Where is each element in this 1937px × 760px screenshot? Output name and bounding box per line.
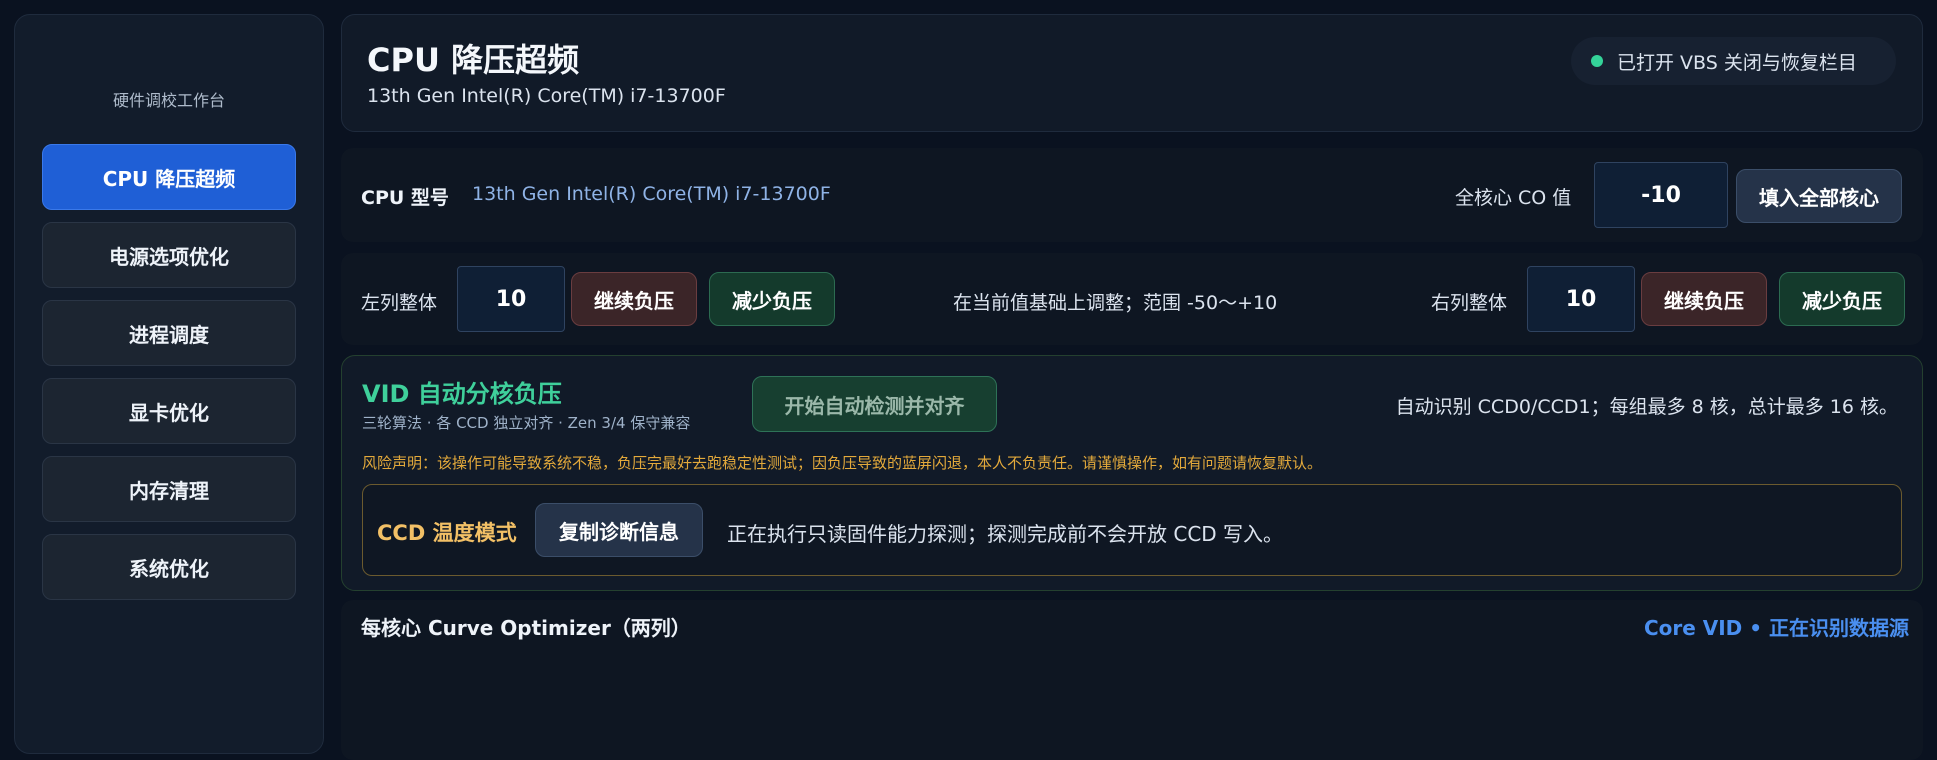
- core-vid-status: Core VID • 正在识别数据源: [1643, 616, 1909, 640]
- sidebar-item-process-scheduling[interactable]: 进程调度: [42, 300, 296, 366]
- right-continue-undervolt-button[interactable]: 继续负压: [1641, 272, 1767, 326]
- left-column-value-input[interactable]: 10: [457, 266, 565, 332]
- co-value-input[interactable]: -10: [1594, 162, 1728, 228]
- curve-optimizer-card: 每核心 Curve Optimizer（两列） Core VID • 正在识别数…: [341, 600, 1923, 760]
- ccd-mode-label: CCD 温度模式: [377, 521, 517, 545]
- sidebar-item-system-optimization[interactable]: 系统优化: [42, 534, 296, 600]
- vid-title: VID 自动分核负压: [362, 380, 562, 408]
- sidebar-item-power-options[interactable]: 电源选项优化: [42, 222, 296, 288]
- left-continue-undervolt-button[interactable]: 继续负压: [571, 272, 697, 326]
- vid-subtitle: 三轮算法 · 各 CCD 独立对齐 · Zen 3/4 保守兼容: [362, 414, 691, 432]
- right-column-label: 右列整体: [1431, 292, 1508, 314]
- curve-optimizer-title: 每核心 Curve Optimizer（两列）: [361, 616, 691, 640]
- cpu-model-value: 13th Gen Intel(R) Core(TM) i7-13700F: [472, 183, 831, 205]
- vid-auto-undervolt-card: VID 自动分核负压 三轮算法 · 各 CCD 独立对齐 · Zen 3/4 保…: [341, 355, 1923, 591]
- start-auto-detect-button[interactable]: 开始自动检测并对齐: [752, 376, 997, 432]
- right-reduce-undervolt-button[interactable]: 减少负压: [1779, 272, 1905, 326]
- ccd-probe-status: 正在执行只读固件能力探测；探测完成前不会开放 CCD 写入。: [727, 522, 1284, 546]
- adjust-range-hint: 在当前值基础上调整；范围 -50～+10: [953, 292, 1278, 314]
- sidebar-item-memory-cleanup[interactable]: 内存清理: [42, 456, 296, 522]
- adjust-row: 左列整体 10 继续负压 减少负压 在当前值基础上调整；范围 -50～+10 右…: [341, 253, 1923, 345]
- page-title: CPU 降压超频: [367, 41, 580, 79]
- cpu-model-row: CPU 型号 13th Gen Intel(R) Core(TM) i7-137…: [341, 148, 1923, 242]
- risk-notice: 风险声明：该操作可能导致系统不稳，负压完最好去跑稳定性测试；因负压导致的蓝屏闪退…: [362, 454, 1323, 472]
- vbs-status-pill[interactable]: 已打开 VBS 关闭与恢复栏目: [1571, 37, 1896, 85]
- auto-detect-info: 自动识别 CCD0/CCD1；每组最多 8 核，总计最多 16 核。: [1395, 396, 1898, 418]
- cpu-model-subtitle: 13th Gen Intel(R) Core(TM) i7-13700F: [367, 85, 726, 107]
- co-value-label: 全核心 CO 值: [1455, 187, 1572, 209]
- sidebar-item-cpu-undervolt[interactable]: CPU 降压超频: [42, 144, 296, 210]
- page-header: CPU 降压超频 13th Gen Intel(R) Core(TM) i7-1…: [341, 14, 1923, 132]
- status-dot-icon: [1591, 55, 1603, 67]
- sidebar: 硬件调校工作台 CPU 降压超频 电源选项优化 进程调度 显卡优化 内存清理 系…: [14, 14, 324, 754]
- right-column-value-input[interactable]: 10: [1527, 266, 1635, 332]
- cpu-model-label: CPU 型号: [361, 187, 449, 209]
- copy-diagnostics-button[interactable]: 复制诊断信息: [535, 503, 703, 557]
- left-reduce-undervolt-button[interactable]: 减少负压: [709, 272, 835, 326]
- fill-all-cores-button[interactable]: 填入全部核心: [1736, 169, 1902, 223]
- sidebar-item-gpu-optimization[interactable]: 显卡优化: [42, 378, 296, 444]
- ccd-temperature-mode-box: CCD 温度模式 复制诊断信息 正在执行只读固件能力探测；探测完成前不会开放 C…: [362, 484, 1902, 576]
- sidebar-brand: 硬件调校工作台: [112, 91, 225, 110]
- left-column-label: 左列整体: [361, 292, 438, 314]
- vbs-status-text: 已打开 VBS 关闭与恢复栏目: [1617, 51, 1857, 74]
